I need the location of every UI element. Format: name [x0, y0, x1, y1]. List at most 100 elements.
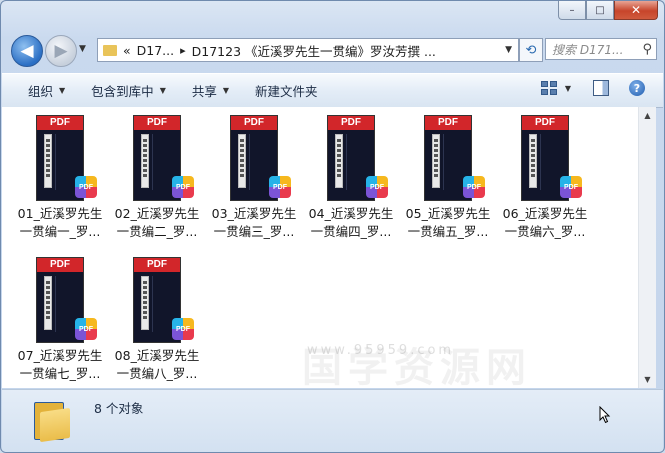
file-name-line1: 06_近溪罗先生	[502, 206, 588, 221]
file-item[interactable]: PDF PDF 01_近溪罗先生 一贯编一_罗...	[14, 115, 106, 241]
search-icon[interactable]: ⚲	[642, 42, 652, 57]
watermark-url: www.95959.com	[307, 343, 455, 358]
include-in-library-label: 包含到库中	[91, 84, 154, 99]
organize-menu[interactable]: 组织 ▼	[28, 81, 65, 100]
explorer-window: – □ ✕ ◀ ▶ ▼ « D17... ▸ D17123 《近溪罗先生一贯编》…	[0, 0, 665, 453]
vertical-scrollbar[interactable]: ▲ ▼	[638, 107, 656, 388]
item-count: 8 个对象	[94, 401, 144, 416]
view-dropdown-icon[interactable]: ▼	[565, 84, 571, 93]
file-name-line1: 03_近溪罗先生	[211, 206, 297, 221]
file-item[interactable]: PDF PDF 06_近溪罗先生 一贯编六_罗...	[499, 115, 591, 241]
address-dropdown-icon[interactable]: ▼	[505, 45, 512, 55]
file-name: 07_近溪罗先生 一贯编七_罗...	[14, 347, 106, 383]
breadcrumb-overflow-icon[interactable]: «	[123, 43, 131, 58]
file-item[interactable]: PDF PDF 02_近溪罗先生 一贯编二_罗...	[111, 115, 203, 241]
pdf-app-icon: PDF	[366, 176, 388, 198]
pdf-thumbnail: PDF PDF	[230, 115, 291, 201]
new-folder-label: 新建文件夹	[255, 84, 318, 99]
folder-icon	[30, 398, 70, 443]
caption-buttons: – □ ✕	[558, 1, 658, 20]
pdf-app-icon: PDF	[75, 318, 97, 340]
close-button[interactable]: ✕	[614, 1, 658, 20]
book-title-strip	[141, 134, 149, 188]
file-item[interactable]: PDF PDF 08_近溪罗先生 一贯编八_罗...	[111, 257, 203, 383]
book-title-strip	[432, 134, 440, 188]
pdf-app-icon: PDF	[560, 176, 582, 198]
file-name-line1: 07_近溪罗先生	[17, 348, 103, 363]
breadcrumb-separator-icon[interactable]: ▸	[180, 44, 186, 57]
file-name: 03_近溪罗先生 一贯编三_罗...	[208, 205, 300, 241]
back-button[interactable]: ◀	[11, 35, 43, 67]
file-name: 02_近溪罗先生 一贯编二_罗...	[111, 205, 203, 241]
book-title-strip	[44, 276, 52, 330]
chevron-down-icon: ▼	[159, 86, 166, 95]
book-title-strip	[335, 134, 343, 188]
pdf-thumbnail: PDF PDF	[36, 115, 97, 201]
pdf-label: PDF	[134, 116, 180, 130]
command-bar: 组织 ▼ 包含到库中 ▼ 共享 ▼ 新建文件夹 ▼ ?	[2, 73, 663, 108]
file-name: 04_近溪罗先生 一贯编四_罗...	[305, 205, 397, 241]
pdf-label: PDF	[425, 116, 471, 130]
scroll-up-icon[interactable]: ▲	[639, 107, 656, 124]
file-name: 01_近溪罗先生 一贯编一_罗...	[14, 205, 106, 241]
refresh-button[interactable]: ⟲	[519, 38, 543, 62]
change-view-icon[interactable]	[540, 81, 557, 95]
file-name: 06_近溪罗先生 一贯编六_罗...	[499, 205, 591, 241]
pdf-thumbnail: PDF PDF	[133, 115, 194, 201]
file-name-line1: 08_近溪罗先生	[114, 348, 200, 363]
file-name-line2: 一贯编五_罗...	[407, 224, 489, 239]
help-icon[interactable]: ?	[629, 80, 645, 96]
file-item[interactable]: PDF PDF 05_近溪罗先生 一贯编五_罗...	[402, 115, 494, 241]
file-name-line1: 02_近溪罗先生	[114, 206, 200, 221]
new-folder-button[interactable]: 新建文件夹	[255, 81, 318, 100]
share-label: 共享	[191, 84, 217, 99]
pdf-label: PDF	[231, 116, 277, 130]
file-name-line1: 01_近溪罗先生	[17, 206, 103, 221]
minimize-button[interactable]: –	[558, 1, 586, 20]
include-in-library-menu[interactable]: 包含到库中 ▼	[91, 81, 166, 100]
chevron-down-icon: ▼	[222, 86, 230, 95]
pdf-app-icon: PDF	[463, 176, 485, 198]
forward-button[interactable]: ▶	[45, 35, 77, 67]
breadcrumb-item-parent[interactable]: D17...	[137, 43, 174, 58]
pdf-label: PDF	[328, 116, 374, 130]
pdf-thumbnail: PDF PDF	[521, 115, 582, 201]
pdf-app-icon: PDF	[269, 176, 291, 198]
scroll-down-icon[interactable]: ▼	[639, 371, 656, 388]
details-pane: 8 个对象	[2, 389, 663, 452]
chevron-down-icon: ▼	[59, 86, 66, 95]
book-title-strip	[529, 134, 537, 188]
file-name: 08_近溪罗先生 一贯编八_罗...	[111, 347, 203, 383]
preview-pane-icon[interactable]	[593, 80, 609, 96]
pdf-label: PDF	[522, 116, 568, 130]
file-name-line2: 一贯编四_罗...	[310, 224, 392, 239]
organize-label: 组织	[28, 84, 54, 99]
pdf-thumbnail: PDF PDF	[327, 115, 388, 201]
recent-pages-dropdown[interactable]: ▼	[79, 44, 86, 54]
search-input[interactable]: 搜索 D171... ⚲	[545, 38, 657, 60]
folder-icon	[103, 44, 117, 56]
pdf-label: PDF	[134, 258, 180, 272]
maximize-button[interactable]: □	[586, 1, 614, 20]
address-bar[interactable]: « D17... ▸ D17123 《近溪罗先生一贯编》罗汝芳撰 ... ▼	[97, 38, 519, 62]
pdf-app-icon: PDF	[172, 176, 194, 198]
book-title-strip	[44, 134, 52, 188]
book-title-strip	[141, 276, 149, 330]
file-name-line1: 04_近溪罗先生	[308, 206, 394, 221]
pdf-label: PDF	[37, 116, 83, 130]
file-item[interactable]: PDF PDF 07_近溪罗先生 一贯编七_罗...	[14, 257, 106, 383]
file-item[interactable]: PDF PDF 03_近溪罗先生 一贯编三_罗...	[208, 115, 300, 241]
file-name-line2: 一贯编八_罗...	[116, 366, 198, 381]
navigation-bar: ◀ ▶ ▼ « D17... ▸ D17123 《近溪罗先生一贯编》罗汝芳撰 .…	[9, 35, 657, 67]
pdf-thumbnail: PDF PDF	[133, 257, 194, 343]
share-menu[interactable]: 共享 ▼	[192, 81, 229, 100]
toolbar-right-group: ▼ ?	[540, 80, 645, 96]
file-item[interactable]: PDF PDF 04_近溪罗先生 一贯编四_罗...	[305, 115, 397, 241]
file-name-line1: 05_近溪罗先生	[405, 206, 491, 221]
file-name-line2: 一贯编三_罗...	[213, 224, 295, 239]
file-name-line2: 一贯编七_罗...	[19, 366, 101, 381]
breadcrumb-item-current[interactable]: D17123 《近溪罗先生一贯编》罗汝芳撰 ...	[192, 41, 436, 60]
pdf-thumbnail: PDF PDF	[424, 115, 485, 201]
search-placeholder: 搜索 D171...	[552, 42, 624, 57]
file-list-view[interactable]: 国学资源网 www.95959.com PDF PDF 01_近溪罗先生 一贯编…	[2, 107, 638, 388]
